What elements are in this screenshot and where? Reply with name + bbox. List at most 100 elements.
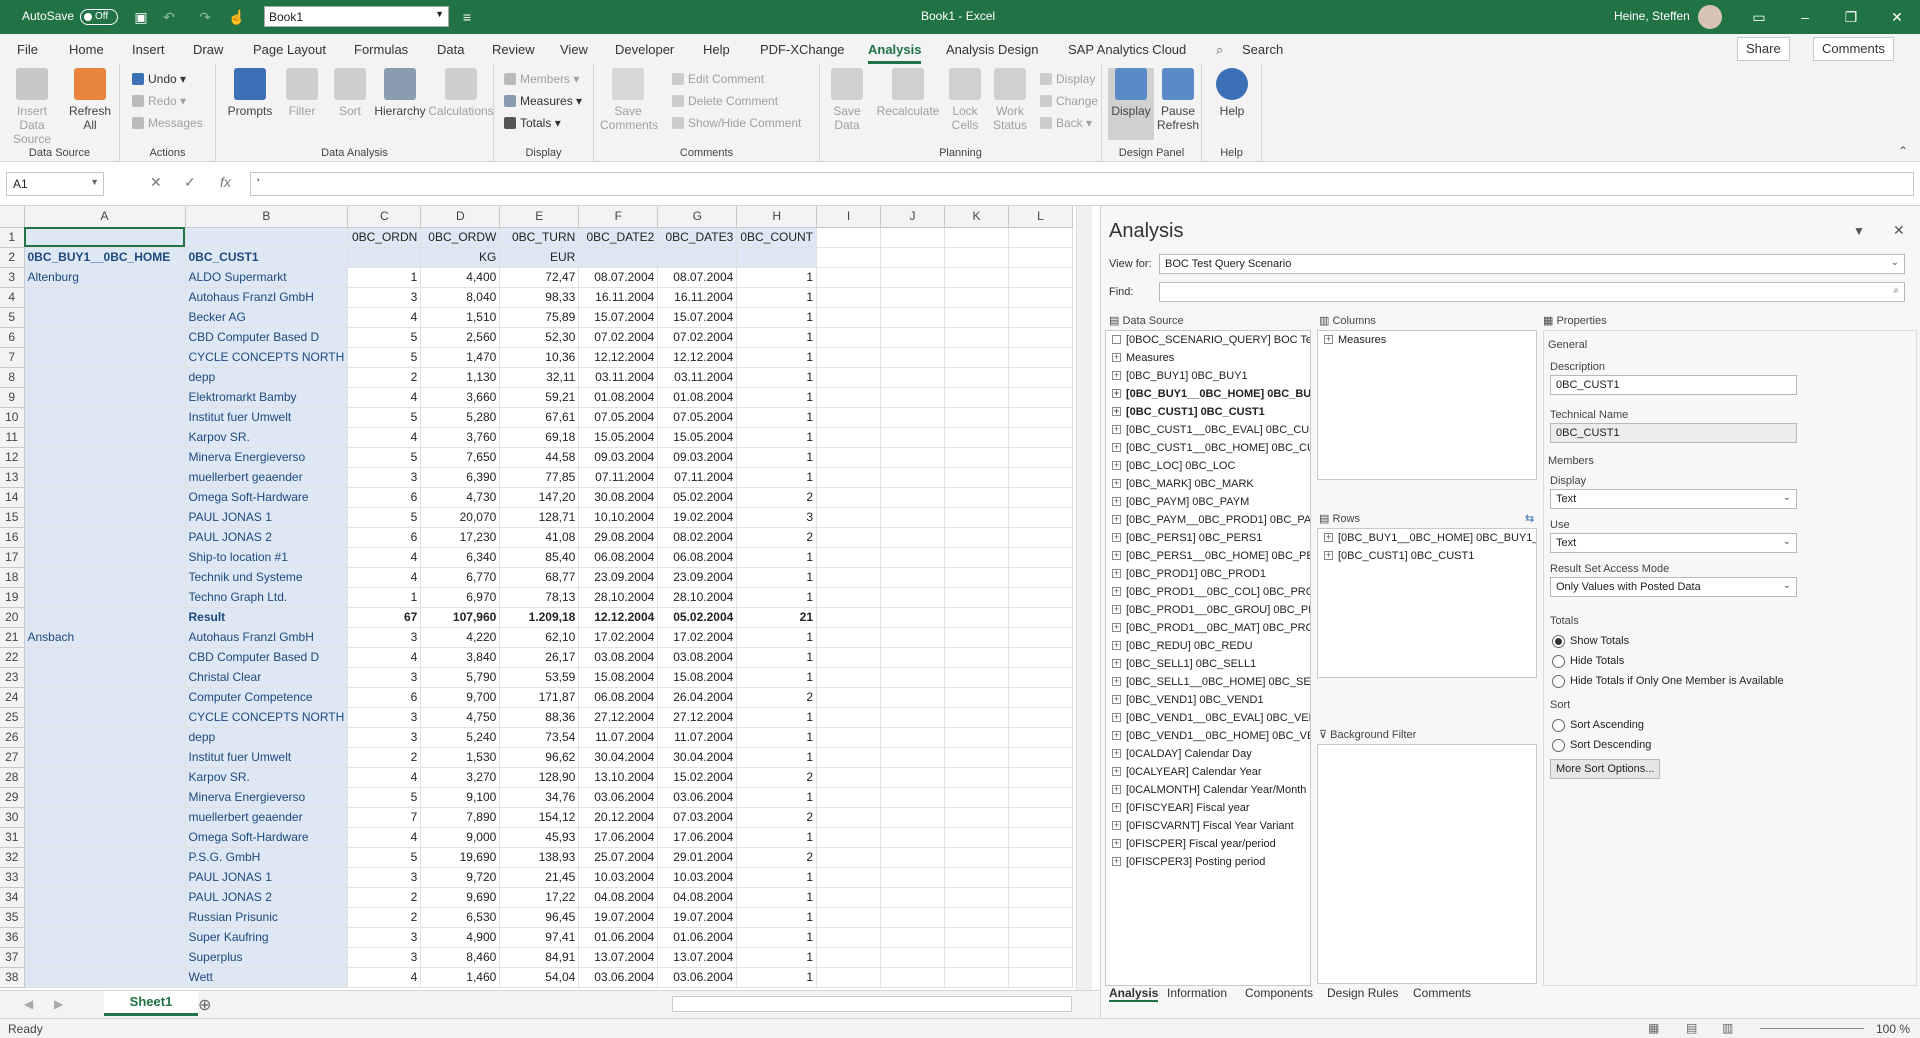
grid-cell[interactable]: PAUL JONAS 1 — [185, 867, 349, 888]
expand-icon[interactable]: + — [1112, 749, 1121, 758]
grid-cell[interactable] — [816, 727, 881, 748]
more-sort-options-button[interactable]: More Sort Options... — [1550, 759, 1660, 779]
grid-cell[interactable] — [1008, 727, 1073, 748]
next-sheet-icon[interactable]: ▶ — [54, 997, 63, 1011]
tab-help[interactable]: Help — [703, 42, 730, 57]
grid-cell[interactable] — [185, 227, 349, 248]
grid-cell[interactable] — [944, 347, 1009, 368]
grid-cell[interactable]: Computer Competence — [185, 687, 349, 708]
grid-cell[interactable]: 17.02.2004 — [578, 627, 659, 648]
grid-cell[interactable]: 7,650 — [420, 447, 501, 468]
grid-cell[interactable]: 12.12.2004 — [578, 607, 659, 628]
expand-icon[interactable]: + — [1112, 515, 1121, 524]
grid-cell[interactable]: 1 — [736, 967, 817, 988]
grid-cell[interactable]: 15.05.2004 — [657, 427, 738, 448]
grid-cell[interactable]: 15.08.2004 — [578, 667, 659, 688]
grid-cell[interactable] — [880, 687, 945, 708]
search-icon[interactable]: ⌕ — [1893, 285, 1899, 296]
grid-cell[interactable] — [944, 947, 1009, 968]
grid-cell[interactable] — [816, 387, 881, 408]
grid-cell[interactable] — [816, 267, 881, 288]
row-header[interactable]: 29 — [0, 787, 25, 808]
grid-cell[interactable] — [880, 907, 945, 928]
row-header[interactable]: 7 — [0, 347, 25, 368]
grid-cell[interactable]: 154,12 — [499, 807, 580, 828]
grid-cell[interactable] — [24, 867, 186, 888]
grid-cell[interactable]: 72,47 — [499, 267, 580, 288]
grid-cell[interactable]: 4,400 — [420, 267, 501, 288]
grid-cell[interactable]: 03.11.2004 — [578, 367, 659, 388]
row-header[interactable]: 2 — [0, 247, 25, 268]
messages-button[interactable]: Messages — [132, 116, 203, 130]
grid-cell[interactable] — [24, 407, 186, 428]
find-input[interactable]: ⌕ — [1159, 282, 1905, 302]
grid-cell[interactable]: 75,89 — [499, 307, 580, 328]
row-header[interactable]: 20 — [0, 607, 25, 628]
data-source-tree-item[interactable]: + [0BC_CUST1] 0BC_CUST1 — [1106, 403, 1310, 421]
grid-cell[interactable] — [944, 547, 1009, 568]
column-header[interactable]: E — [499, 206, 580, 228]
show-totals-radio[interactable]: Show Totals — [1550, 635, 1629, 648]
grid-cell[interactable]: Omega Soft-Hardware — [185, 487, 349, 508]
grid-cell[interactable]: 1 — [736, 667, 817, 688]
expand-icon[interactable]: + — [1112, 533, 1121, 542]
grid-cell[interactable]: 19.07.2004 — [657, 907, 738, 928]
grid-cell[interactable]: 0BC_DATE3 — [657, 227, 738, 248]
grid-cell[interactable]: 2 — [736, 847, 817, 868]
data-source-tree-item[interactable]: + [0BC_PERS1__0BC_HOME] 0BC_PERS1__0BC_H — [1106, 547, 1310, 565]
grid-cell[interactable]: 6,770 — [420, 567, 501, 588]
grid-cell[interactable]: 5 — [347, 327, 422, 348]
grid-cell[interactable]: 9,000 — [420, 827, 501, 848]
grid-cell[interactable] — [24, 387, 186, 408]
totals-button[interactable]: Totals ▾ — [504, 116, 561, 130]
grid-cell[interactable] — [944, 487, 1009, 508]
row-header[interactable]: 14 — [0, 487, 25, 508]
row-header[interactable]: 22 — [0, 647, 25, 668]
grid-cell[interactable] — [816, 607, 881, 628]
grid-cell[interactable] — [24, 727, 186, 748]
grid-cell[interactable]: 6,340 — [420, 547, 501, 568]
tab-page-layout[interactable]: Page Layout — [253, 42, 326, 57]
grid-cell[interactable]: 4 — [347, 967, 422, 988]
grid-cell[interactable]: 7 — [347, 807, 422, 828]
grid-cell[interactable]: 06.08.2004 — [657, 547, 738, 568]
grid-cell[interactable] — [1008, 867, 1073, 888]
grid-cell[interactable]: 1 — [736, 347, 817, 368]
grid-cell[interactable] — [1008, 387, 1073, 408]
grid-cell[interactable]: 05.02.2004 — [657, 607, 738, 628]
grid-cell[interactable] — [944, 687, 1009, 708]
grid-cell[interactable]: 3,270 — [420, 767, 501, 788]
grid-cell[interactable]: Autohaus Franzl GmbH — [185, 287, 349, 308]
grid-cell[interactable] — [816, 647, 881, 668]
undo-icon[interactable]: ↶ — [160, 8, 178, 26]
grid-cell[interactable] — [816, 747, 881, 768]
grid-cell[interactable]: Minerva Energieverso — [185, 787, 349, 808]
grid-cell[interactable]: 6,970 — [420, 587, 501, 608]
grid-cell[interactable]: 0BC_COUNT — [736, 227, 817, 248]
grid-cell[interactable] — [944, 367, 1009, 388]
row-header[interactable]: 19 — [0, 587, 25, 608]
grid-cell[interactable] — [816, 427, 881, 448]
grid-cell[interactable]: Ship-to location #1 — [185, 547, 349, 568]
expand-icon[interactable]: + — [1112, 713, 1121, 722]
grid-cell[interactable] — [24, 807, 186, 828]
grid-cell[interactable] — [944, 227, 1009, 248]
grid-cell[interactable]: 3 — [347, 467, 422, 488]
grid-cell[interactable]: 4 — [347, 567, 422, 588]
grid-cell[interactable]: 1,530 — [420, 747, 501, 768]
save-comments-button[interactable]: Save Comments — [600, 68, 658, 132]
grid-cell[interactable]: 2 — [347, 747, 422, 768]
grid-cell[interactable]: Omega Soft-Hardware — [185, 827, 349, 848]
grid-cell[interactable] — [24, 487, 186, 508]
row-header[interactable]: 11 — [0, 427, 25, 448]
grid-cell[interactable] — [1008, 927, 1073, 948]
grid-cell[interactable] — [880, 927, 945, 948]
save-icon[interactable]: ▣ — [132, 8, 150, 26]
grid-cell[interactable]: 0BC_ORDW — [420, 227, 501, 248]
grid-cell[interactable] — [880, 807, 945, 828]
grid-cell[interactable] — [24, 927, 186, 948]
grid-cell[interactable] — [880, 447, 945, 468]
grid-cell[interactable] — [816, 847, 881, 868]
data-source-tree-item[interactable]: + [0CALYEAR] Calendar Year — [1106, 763, 1310, 781]
grid-cell[interactable]: muellerbert geaender — [185, 807, 349, 828]
